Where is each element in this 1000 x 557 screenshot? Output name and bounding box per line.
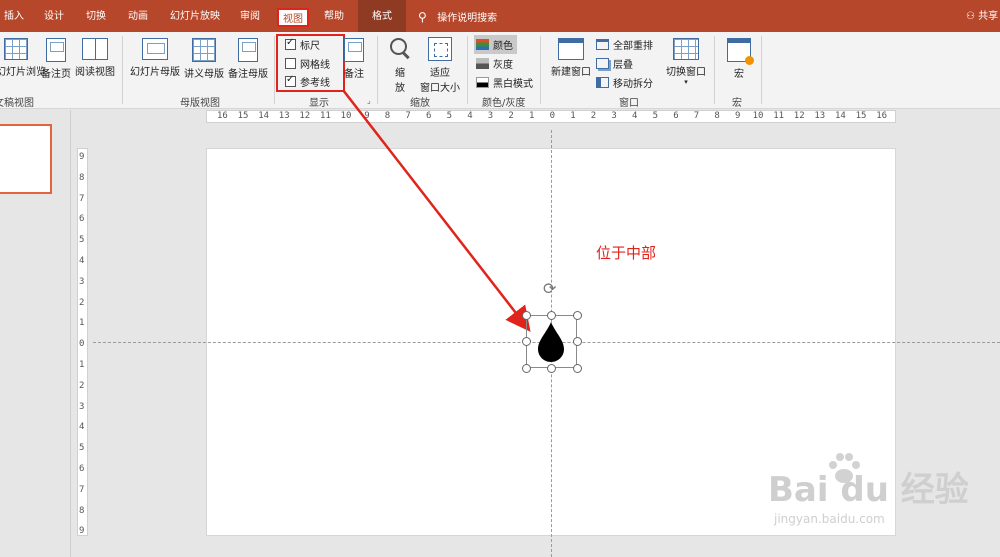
teardrop-shape[interactable] [535,320,567,364]
resize-handle[interactable] [573,364,582,373]
resize-handle[interactable] [547,311,556,320]
resize-handle[interactable] [547,364,556,373]
resize-handle[interactable] [522,311,531,320]
watermark-url: jingyan.baidu.com [774,512,885,526]
rotate-handle-icon[interactable]: ⟳ [543,279,556,298]
resize-handle[interactable] [573,337,582,346]
watermark-brand: Bai du 经验 [768,470,969,510]
resize-handle[interactable] [573,311,582,320]
resize-handle[interactable] [522,364,531,373]
resize-handle[interactable] [522,337,531,346]
